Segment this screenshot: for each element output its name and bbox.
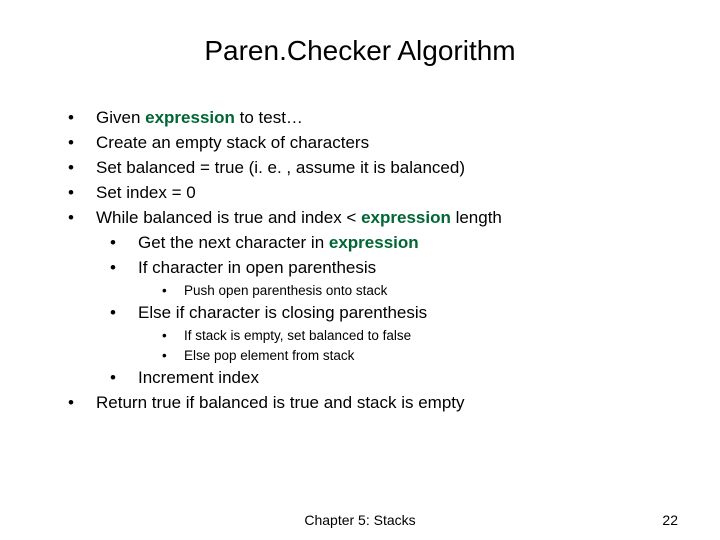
- list-item: If stack is empty, set balanced to false: [162, 327, 680, 345]
- keyword: expression: [361, 208, 451, 227]
- text: length: [451, 208, 502, 227]
- list-item: Get the next character in expression: [110, 232, 680, 255]
- list-item: If character in open parenthesis Push op…: [110, 257, 680, 300]
- text: to test…: [235, 108, 303, 127]
- slide-title: Paren.Checker Algorithm: [40, 35, 680, 67]
- footer-chapter: Chapter 5: Stacks: [304, 512, 415, 528]
- text: If character in open parenthesis: [138, 258, 376, 277]
- list-item: Else if character is closing parenthesis…: [110, 302, 680, 365]
- list-item: Create an empty stack of characters: [68, 132, 680, 155]
- list-item: While balanced is true and index < expre…: [68, 207, 680, 390]
- footer-page-number: 22: [662, 512, 678, 528]
- list-item: Else pop element from stack: [162, 347, 680, 365]
- text: While balanced is true and index <: [96, 208, 361, 227]
- sub-sub-list: Push open parenthesis onto stack: [138, 282, 680, 300]
- list-item: Push open parenthesis onto stack: [162, 282, 680, 300]
- sub-sub-list: If stack is empty, set balanced to false…: [138, 327, 680, 365]
- list-item: Given expression to test…: [68, 107, 680, 130]
- text: Given: [96, 108, 145, 127]
- list-item: Set index = 0: [68, 182, 680, 205]
- keyword: expression: [329, 233, 419, 252]
- keyword: expression: [145, 108, 235, 127]
- text: Get the next character in: [138, 233, 329, 252]
- list-item: Return true if balanced is true and stac…: [68, 392, 680, 415]
- list-item: Increment index: [110, 367, 680, 390]
- text: Else if character is closing parenthesis: [138, 303, 427, 322]
- sub-list: Get the next character in expression If …: [96, 232, 680, 390]
- list-item: Set balanced = true (i. e. , assume it i…: [68, 157, 680, 180]
- bullet-list: Given expression to test… Create an empt…: [68, 107, 680, 415]
